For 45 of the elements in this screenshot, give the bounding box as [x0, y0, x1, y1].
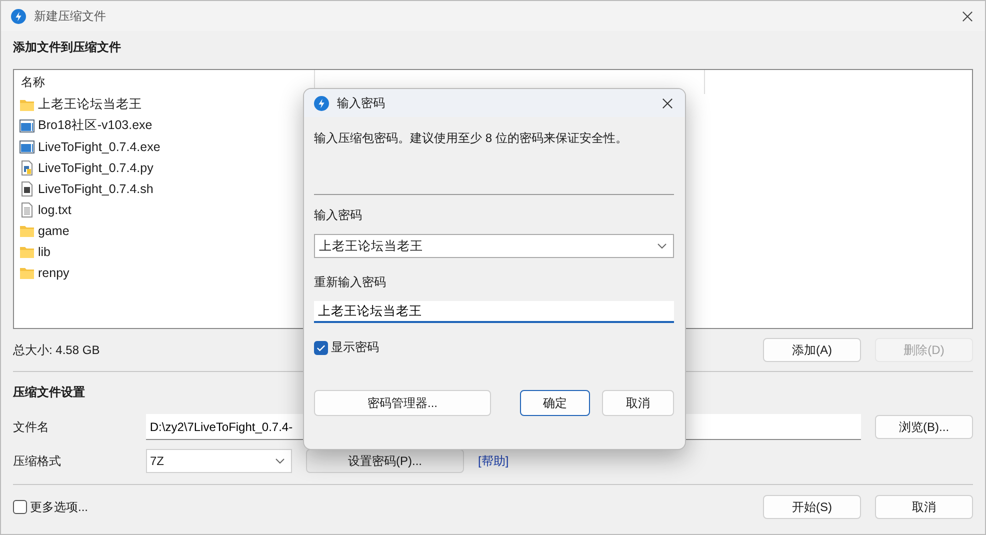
file-row[interactable]: LiveToFight_0.7.4.exe — [14, 136, 294, 157]
confirm-password-field[interactable]: 上老王论坛当老王 — [314, 301, 674, 323]
chevron-down-icon — [657, 243, 667, 249]
file-row[interactable]: lib — [14, 241, 294, 262]
cancel-button[interactable]: 取消 — [875, 495, 973, 519]
python-file-icon — [19, 160, 35, 176]
cancel-button[interactable]: 取消 — [602, 390, 674, 416]
application-icon — [19, 118, 35, 134]
field-label: 压缩格式 — [13, 452, 62, 470]
list-button[interactable]: 添加(A) — [763, 338, 861, 362]
help-link[interactable]: [帮助] — [478, 452, 509, 470]
more-options-checkbox[interactable]: 更多选项... — [13, 498, 88, 516]
password-combo[interactable]: 上老王论坛当老王 — [314, 234, 674, 258]
dialog-title: 输入密码 — [337, 94, 385, 112]
file-row[interactable]: log.txt — [14, 199, 294, 220]
field-label: 重新输入密码 — [314, 274, 387, 291]
total-size: 总大小: 4.58 GB — [13, 342, 100, 358]
set-password-button[interactable]: 设置密码(P)... — [306, 449, 464, 473]
dialog-message: 输入压缩包密码。建议使用至少 8 位的密码来保证安全性。 — [314, 130, 628, 147]
field-label: 文件名 — [13, 418, 50, 436]
chevron-down-icon — [275, 458, 285, 464]
section-heading: 压缩文件设置 — [13, 384, 86, 401]
text-file-icon — [19, 202, 35, 218]
window-title: 新建压缩文件 — [34, 8, 106, 24]
column-header[interactable]: 名称 — [21, 74, 45, 90]
file-row[interactable]: Bro18社区-v103.exe — [14, 115, 294, 136]
show-password-checkbox[interactable]: 显示密码 — [314, 339, 674, 356]
file-row[interactable]: LiveToFight_0.7.4.py — [14, 157, 294, 178]
app-icon — [11, 8, 26, 24]
app-icon — [314, 96, 329, 110]
file-row[interactable]: game — [14, 220, 294, 241]
file-row[interactable]: LiveToFight_0.7.4.sh — [14, 178, 294, 199]
start-button[interactable]: 开始(S) — [763, 495, 861, 519]
script-file-icon — [19, 180, 35, 196]
password-manager-button[interactable]: 密码管理器... — [314, 390, 491, 416]
close-icon[interactable] — [662, 98, 673, 108]
close-icon[interactable] — [962, 10, 973, 22]
browse-button[interactable]: 浏览(B)... — [875, 415, 973, 439]
field-label: 输入密码 — [314, 207, 363, 224]
ok-button[interactable]: 确定 — [520, 390, 590, 416]
file-row[interactable]: renpy — [14, 262, 294, 283]
application-icon — [19, 138, 35, 154]
file-row[interactable]: 上老王论坛当老王 — [14, 94, 294, 115]
format-dropdown[interactable]: 7Z — [146, 449, 292, 473]
section-heading: 添加文件到压缩文件 — [13, 39, 122, 56]
